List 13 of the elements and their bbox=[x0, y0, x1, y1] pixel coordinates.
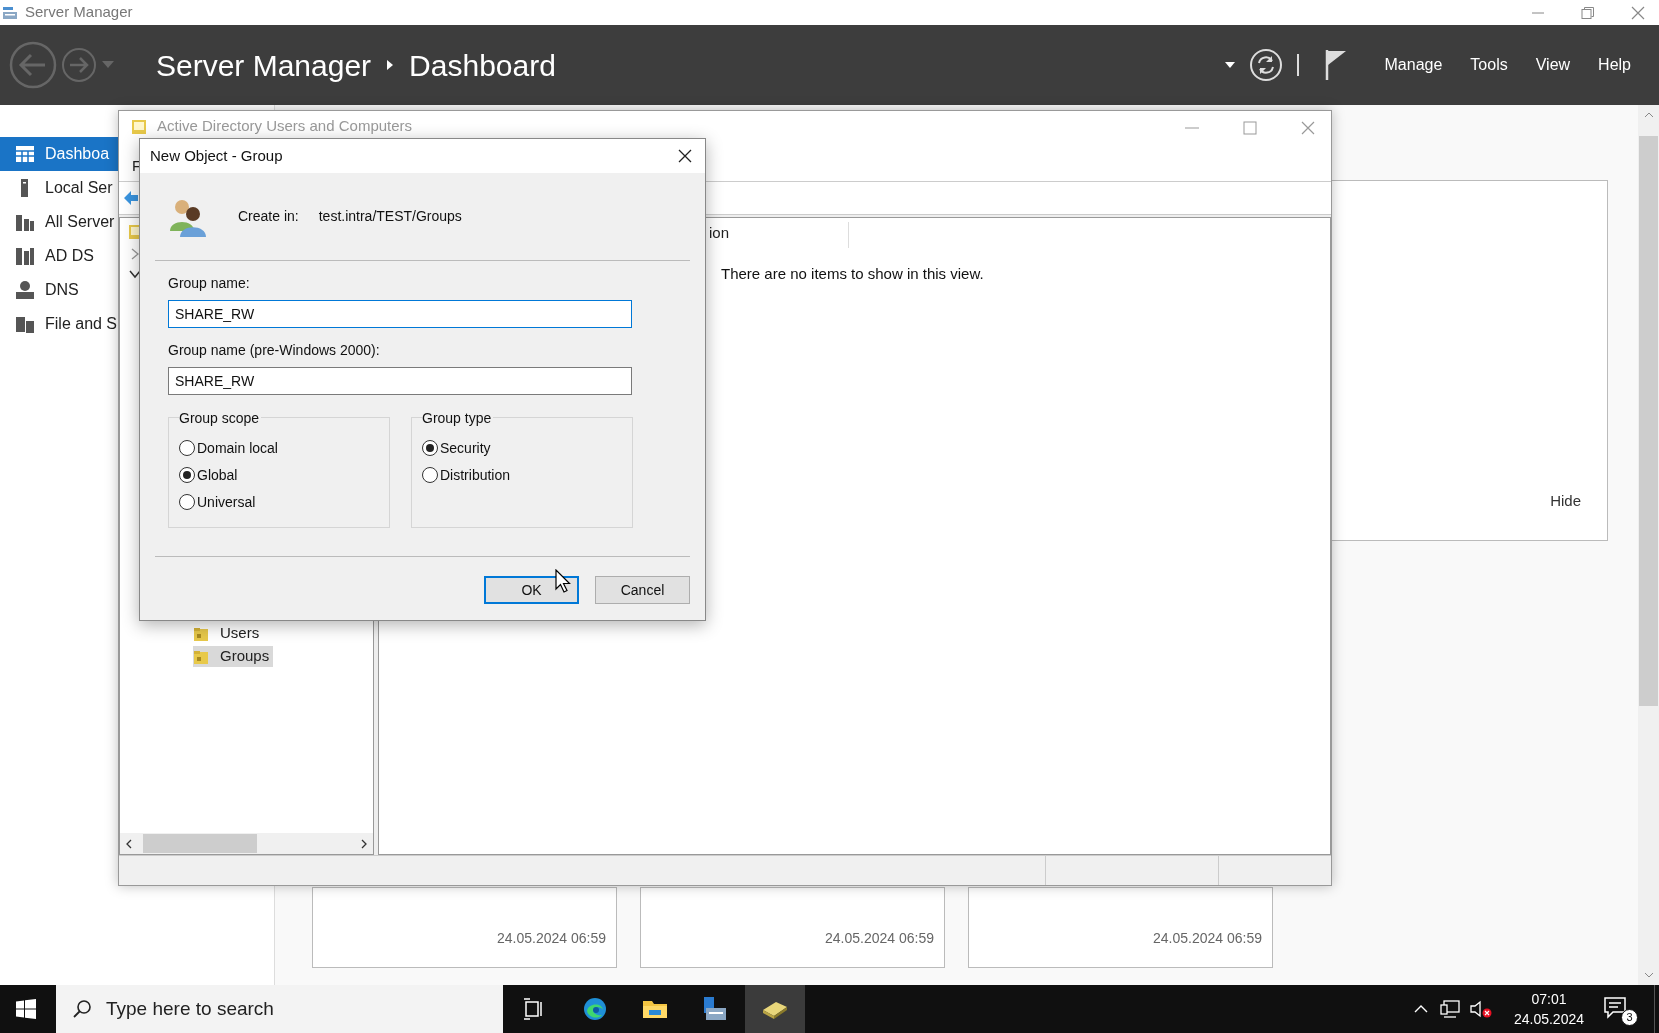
window-title: Server Manager bbox=[25, 2, 133, 23]
timestamp: 24.05.2024 06:59 bbox=[825, 929, 934, 948]
empty-message: There are no items to show in this view. bbox=[721, 264, 985, 284]
field-label: Group name: bbox=[168, 274, 251, 293]
container-path: test.intra/TEST/Groups bbox=[318, 207, 462, 226]
timestamp: 24.05.2024 06:59 bbox=[497, 929, 606, 948]
breadcrumb-item: Dashboard bbox=[409, 47, 556, 84]
notification-count: 3 bbox=[1621, 1009, 1638, 1026]
create-in-label: Create in: bbox=[238, 207, 299, 226]
field-label: Group name (pre-Windows 2000): bbox=[168, 341, 381, 360]
dialog-title: New Object - Group bbox=[150, 145, 283, 166]
window-title: Active Directory Users and Computers bbox=[157, 117, 413, 135]
timestamp: 24.05.2024 06:59 bbox=[1153, 929, 1262, 948]
